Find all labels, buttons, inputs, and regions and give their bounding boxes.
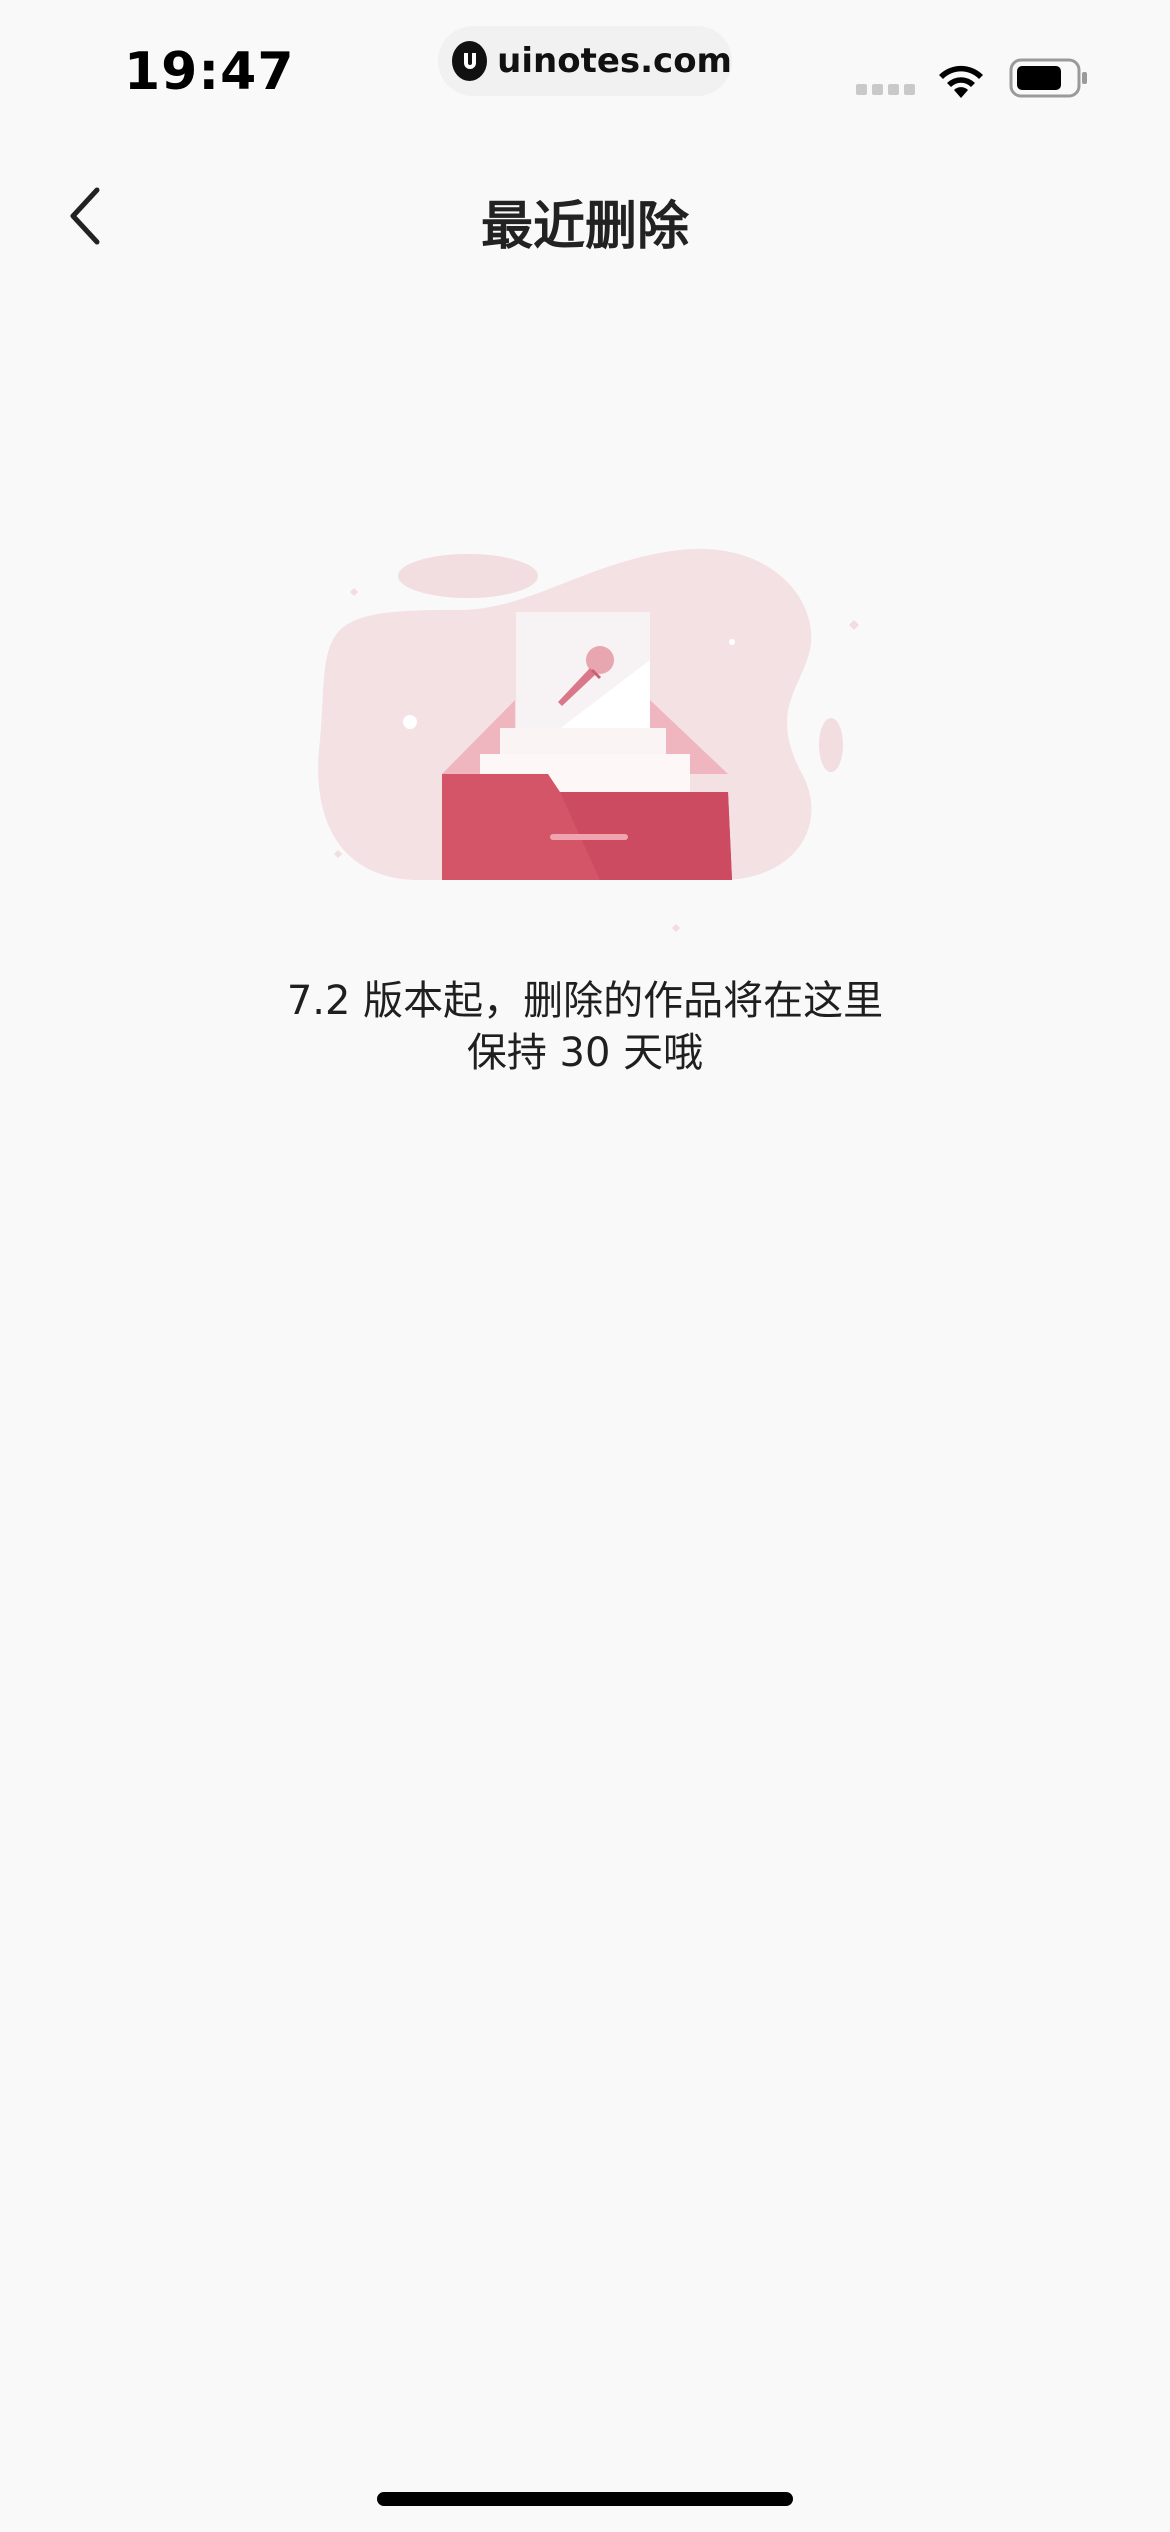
screen: 19:47 uinotes.com 最近删除 7.2 版本起，删除的作品将在这里… bbox=[0, 0, 1170, 2532]
empty-state-message: 7.2 版本起，删除的作品将在这里 保持 30 天哦 bbox=[0, 975, 1170, 1079]
url-text: uinotes.com bbox=[497, 41, 732, 81]
empty-state-message-line2: 保持 30 天哦 bbox=[466, 1030, 704, 1076]
page-title: 最近删除 bbox=[480, 197, 689, 257]
battery-icon bbox=[1009, 58, 1089, 102]
site-logo-icon bbox=[452, 41, 488, 81]
status-time: 19:47 bbox=[124, 42, 295, 102]
drawer-illustration bbox=[300, 520, 880, 950]
status-bar: 19:47 uinotes.com bbox=[0, 0, 1170, 140]
url-pill[interactable]: uinotes.com bbox=[438, 26, 732, 96]
home-indicator[interactable] bbox=[377, 2492, 793, 2506]
nav-bar: 最近删除 bbox=[0, 160, 1170, 270]
wifi-icon bbox=[934, 60, 988, 104]
empty-state-message-line1: 7.2 版本起，删除的作品将在这里 bbox=[286, 978, 884, 1024]
signal-icon bbox=[856, 84, 915, 95]
